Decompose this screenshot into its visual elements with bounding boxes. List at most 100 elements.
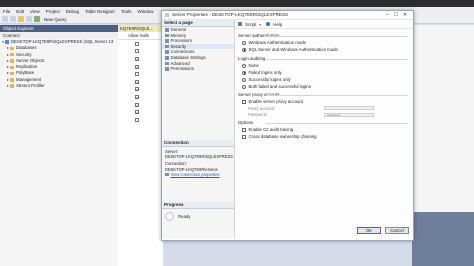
proxy-account-field[interactable] xyxy=(324,106,374,111)
app-title-bar xyxy=(0,0,474,7)
progress-status: Ready xyxy=(178,214,191,219)
table-row xyxy=(118,48,163,56)
allow-nulls-checkbox[interactable]: ✓ xyxy=(135,64,139,69)
allow-nulls-checkbox[interactable]: ✓ xyxy=(135,110,139,115)
tree-item[interactable]: ▸ XEvent Profiler xyxy=(0,83,118,89)
forward-icon[interactable] xyxy=(10,16,16,22)
object-explorer-title: Object Explorer xyxy=(0,25,118,32)
menu-edit[interactable]: Edit xyxy=(16,9,24,14)
help-icon[interactable] xyxy=(266,22,271,26)
options-label: Options xyxy=(238,120,410,126)
connection-section: Connection Server: DESKTOP-LKQ7E9R\SQLEX… xyxy=(162,140,234,177)
enable-proxy-option[interactable]: Enable server proxy account xyxy=(242,98,410,105)
connection-properties-icon xyxy=(165,172,169,177)
profiler-icon xyxy=(10,84,14,88)
select-page-header: Select a page xyxy=(162,20,234,27)
cancel-button[interactable]: Cancel xyxy=(385,227,409,234)
folder-icon xyxy=(10,71,14,76)
folder-icon xyxy=(10,78,14,82)
progress-spinner-icon xyxy=(165,212,174,221)
server-properties-dialog: Server Properties - DESKTOP-LKQ7E9R\SQLE… xyxy=(161,10,414,241)
close-icon[interactable]: ✕ xyxy=(403,11,407,19)
server-icon xyxy=(165,13,169,17)
server-icon xyxy=(5,40,9,44)
mixed-auth-radio[interactable] xyxy=(242,47,246,52)
page-item-label: Permissions xyxy=(170,66,194,72)
allow-nulls-checkbox[interactable] xyxy=(135,117,139,122)
dialog-toolbar: Script ▾ Help xyxy=(235,20,413,29)
page-list: General Memory Processors Security Connectio… xyxy=(162,27,234,72)
menu-project[interactable]: Project xyxy=(46,9,60,14)
enable-proxy-checkbox[interactable] xyxy=(242,99,246,104)
save-icon[interactable] xyxy=(26,16,32,22)
audit-none-option[interactable]: None xyxy=(242,62,410,69)
script-button[interactable]: Script xyxy=(245,22,256,27)
menu-file[interactable]: File xyxy=(3,9,10,14)
open-icon[interactable] xyxy=(18,16,24,22)
menu-view[interactable]: View xyxy=(30,9,40,14)
side-panel xyxy=(412,212,474,266)
new-query-button[interactable]: New Query xyxy=(44,17,67,22)
allow-nulls-checkbox[interactable]: ✓ xyxy=(135,94,139,99)
password-field[interactable]: ********** xyxy=(324,112,374,118)
allow-nulls-checkbox[interactable]: ✓ xyxy=(135,56,139,61)
maximize-icon[interactable]: ☐ xyxy=(394,11,398,19)
back-icon[interactable] xyxy=(2,16,8,22)
folder-icon xyxy=(10,59,14,63)
audit-both-radio[interactable] xyxy=(242,84,246,89)
password-label: Password: xyxy=(248,112,268,118)
proxy-account-label: Proxy account: xyxy=(248,105,276,111)
allow-nulls-header: Allow Nulls xyxy=(118,32,163,40)
menu-tools[interactable]: Tools xyxy=(121,9,132,14)
table-row: ✓ xyxy=(118,101,163,109)
script-icon[interactable] xyxy=(238,22,242,26)
allow-nulls-checkbox[interactable]: ✓ xyxy=(135,87,139,92)
folder-icon xyxy=(10,52,14,57)
table-row: ✓ xyxy=(118,55,163,63)
new-query-icon[interactable] xyxy=(34,16,40,22)
ok-button[interactable]: OK xyxy=(357,227,381,234)
c2-audit-checkbox[interactable] xyxy=(242,127,246,132)
table-row: ✓ xyxy=(118,78,163,86)
audit-failed-radio[interactable] xyxy=(242,70,246,75)
minimize-icon[interactable]: – xyxy=(386,11,389,19)
object-explorer: Object Explorer Connect ▾ DESKTOP-LKQ7E9R… xyxy=(0,25,119,266)
menu-debug[interactable]: Debug xyxy=(66,9,79,14)
proxy-label: Server proxy account xyxy=(238,92,410,98)
page-icon xyxy=(165,50,169,54)
mixed-auth-option[interactable]: SQL Server and Windows Authentication mo… xyxy=(242,46,410,53)
allow-nulls-checkbox[interactable] xyxy=(135,49,139,54)
connection-header: Connection xyxy=(162,140,234,147)
audit-none-radio[interactable] xyxy=(242,63,246,68)
allow-nulls-checkbox[interactable]: ✓ xyxy=(135,102,139,107)
dialog-content: Script ▾ Help Server authentication Wind… xyxy=(235,20,413,239)
audit-success-radio[interactable] xyxy=(242,77,246,82)
menu-window[interactable]: Window xyxy=(138,9,154,14)
page-icon xyxy=(165,28,169,32)
cross-db-checkbox[interactable] xyxy=(242,134,246,139)
dropdown-arrow-icon[interactable]: ▾ xyxy=(259,22,261,27)
windows-auth-radio[interactable] xyxy=(242,40,246,45)
page-item-permissions[interactable]: Permissions xyxy=(162,66,234,72)
page-icon xyxy=(165,44,169,49)
allow-nulls-checkbox[interactable] xyxy=(135,41,139,46)
allow-nulls-checkbox[interactable]: ✓ xyxy=(135,79,139,84)
windows-auth-option[interactable]: Windows Authentication mode xyxy=(242,39,410,46)
c2-audit-option[interactable]: Enable C2 audit tracing xyxy=(242,126,410,133)
table-row: ✓ xyxy=(118,93,163,101)
view-connection-properties-link[interactable]: View connection properties xyxy=(171,172,220,177)
table-row xyxy=(118,116,163,124)
audit-both-option[interactable]: Both failed and successful logins xyxy=(242,83,410,90)
allow-nulls-column: ✓ ✓ ✓ ✓ ✓ ✓ ✓ xyxy=(118,40,163,124)
page-icon xyxy=(165,39,169,43)
designer-tab[interactable]: KQ7E9R\SQLE... xyxy=(118,25,163,32)
allow-nulls-checkbox[interactable] xyxy=(135,72,139,77)
object-tree: ▾ DESKTOP-LKQ7E9R\SQLEXPRESS (SQL Server … xyxy=(0,39,118,89)
menu-table-designer[interactable]: Table Designer xyxy=(85,9,115,14)
audit-success-option[interactable]: Successful logins only xyxy=(242,76,410,83)
audit-failed-option[interactable]: Failed logins only xyxy=(242,69,410,76)
table-row xyxy=(118,70,163,78)
connect-button[interactable]: Connect xyxy=(0,32,118,39)
cross-db-option[interactable]: Cross database ownership chaining xyxy=(242,133,410,140)
help-button[interactable]: Help xyxy=(273,22,282,27)
